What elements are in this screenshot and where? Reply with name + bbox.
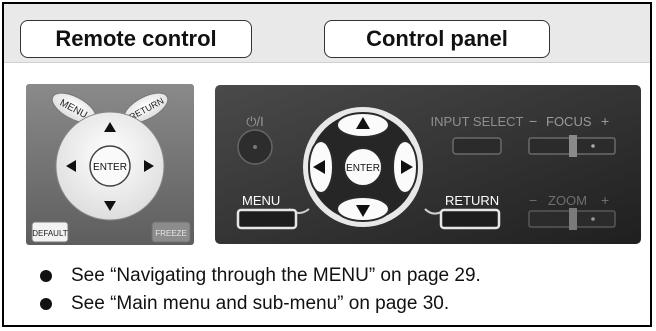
- power-button[interactable]: [237, 129, 273, 165]
- note-text: See “Main menu and sub-menu” on page 30.: [71, 293, 450, 314]
- control-panel-illustration: ⏻/I MENU ENTER INPUT SELECT − FOCUS + RE…: [215, 85, 641, 244]
- remote-freeze-button[interactable]: FREEZE: [151, 221, 191, 243]
- panel-menu-button[interactable]: [236, 208, 298, 230]
- panel-enter-button[interactable]: ENTER: [343, 147, 383, 187]
- panel-return-button[interactable]: [439, 208, 501, 230]
- control-panel-tab[interactable]: Control panel: [324, 20, 550, 58]
- focus-minus-button[interactable]: [528, 137, 574, 155]
- remote-control-tab[interactable]: Remote control: [20, 20, 252, 58]
- svg-text:ENTER: ENTER: [346, 163, 380, 174]
- focus-minus-label: −: [529, 113, 537, 129]
- note-item: See “Main menu and sub-menu” on page 30.: [40, 290, 640, 318]
- bullet-icon: [40, 270, 52, 282]
- panel-return-label: RETURN: [445, 193, 499, 208]
- note-text: See “Navigating through the MENU” on pag…: [71, 265, 481, 286]
- input-select-label: INPUT SELECT: [431, 114, 524, 129]
- zoom-plus-label: +: [601, 192, 609, 208]
- zoom-minus-label: −: [529, 192, 537, 208]
- svg-text:ENTER: ENTER: [93, 162, 127, 173]
- note-item: See “Navigating through the MENU” on pag…: [40, 262, 640, 290]
- header-band: Remote control Control panel: [4, 4, 650, 63]
- remote-control-illustration: MENU RETURN ENTER DEFAULT FREEZE: [26, 84, 194, 245]
- manual-frame: Remote control Control panel MENU RETURN…: [2, 2, 652, 327]
- svg-text:DEFAULT: DEFAULT: [32, 229, 68, 238]
- panel-menu-label: MENU: [242, 193, 280, 208]
- power-label: ⏻/I: [246, 114, 264, 129]
- zoom-minus-button[interactable]: [528, 210, 574, 228]
- input-select-button[interactable]: [452, 137, 502, 155]
- bullet-icon: [40, 298, 52, 310]
- remote-default-button[interactable]: DEFAULT: [31, 221, 69, 243]
- power-indicator-icon: [253, 145, 257, 149]
- focus-plus-label: +: [601, 113, 609, 129]
- focus-label: FOCUS: [546, 114, 592, 129]
- notes-list: See “Navigating through the MENU” on pag…: [40, 262, 640, 318]
- remote-enter-button[interactable]: ENTER: [89, 145, 131, 187]
- svg-text:FREEZE: FREEZE: [155, 229, 187, 238]
- zoom-label: ZOOM: [548, 193, 587, 208]
